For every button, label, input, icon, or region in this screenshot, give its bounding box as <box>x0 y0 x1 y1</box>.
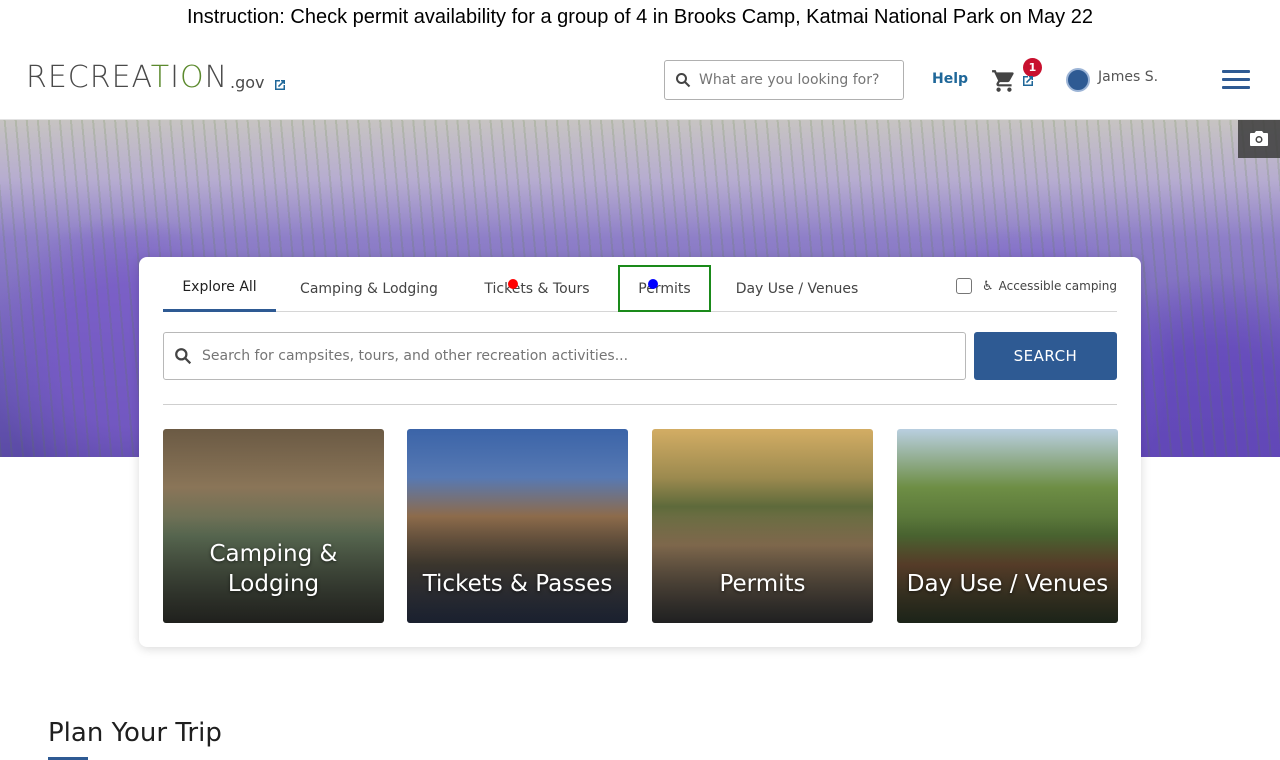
card-label: Day Use / Venues <box>906 571 1109 597</box>
hamburger-menu-icon[interactable] <box>1222 70 1250 92</box>
cart-external-link-icon[interactable] <box>1021 74 1035 88</box>
search-icon <box>676 73 691 88</box>
logo-wordmark: RECREATION <box>26 60 229 95</box>
external-link-icon[interactable] <box>273 78 287 92</box>
user-name[interactable]: James S. <box>1098 69 1158 85</box>
card-day-use-venues[interactable]: Day Use / Venues <box>897 429 1118 623</box>
tab-permits[interactable]: Permits <box>618 265 711 312</box>
blue-marker-dot <box>648 279 658 289</box>
search-panel: Explore All Camping & Lodging Tickets & … <box>139 257 1141 647</box>
plan-your-trip-heading: Plan Your Trip <box>48 718 222 748</box>
site-header: RECREATION .gov Help 1 James S. <box>0 38 1280 120</box>
global-search-box[interactable] <box>664 60 904 100</box>
search-icon <box>175 348 192 365</box>
tab-explore-all[interactable]: Explore All <box>163 265 276 312</box>
card-tickets-passes[interactable]: Tickets & Passes <box>407 429 628 623</box>
card-label: Camping & Lodging <box>209 541 338 597</box>
search-button[interactable]: SEARCH <box>974 332 1117 380</box>
tab-tickets-tours[interactable]: Tickets & Tours <box>474 265 600 312</box>
accessible-camping-label: Accessible camping <box>998 279 1117 293</box>
cart-icon[interactable] <box>991 68 1017 94</box>
tab-camping-lodging[interactable]: Camping & Lodging <box>294 265 444 312</box>
card-label: Tickets & Passes <box>422 571 613 597</box>
tab-day-use-venues[interactable]: Day Use / Venues <box>729 265 865 312</box>
global-search-input[interactable] <box>699 72 899 88</box>
card-permits[interactable]: Permits <box>652 429 873 623</box>
accessible-camping-filter[interactable]: ♿ Accessible camping <box>955 278 1117 294</box>
category-tabs: Explore All Camping & Lodging Tickets & … <box>163 265 1117 312</box>
task-instruction: Instruction: Check permit availability f… <box>187 6 1093 28</box>
user-avatar-icon[interactable] <box>1066 68 1090 92</box>
main-search-input[interactable] <box>202 348 942 364</box>
camera-icon[interactable] <box>1238 120 1280 158</box>
main-search-box[interactable] <box>163 332 966 380</box>
divider <box>163 404 1117 405</box>
logo-gov-suffix: .gov <box>230 73 265 92</box>
recreation-gov-logo[interactable]: RECREATION .gov <box>26 62 287 94</box>
card-camping-lodging[interactable]: Camping & Lodging <box>163 429 384 623</box>
card-label: Permits <box>719 571 806 597</box>
wheelchair-icon: ♿ <box>981 278 994 294</box>
red-marker-dot <box>508 279 518 289</box>
help-link[interactable]: Help <box>932 71 968 87</box>
accessible-camping-checkbox[interactable] <box>955 278 972 294</box>
